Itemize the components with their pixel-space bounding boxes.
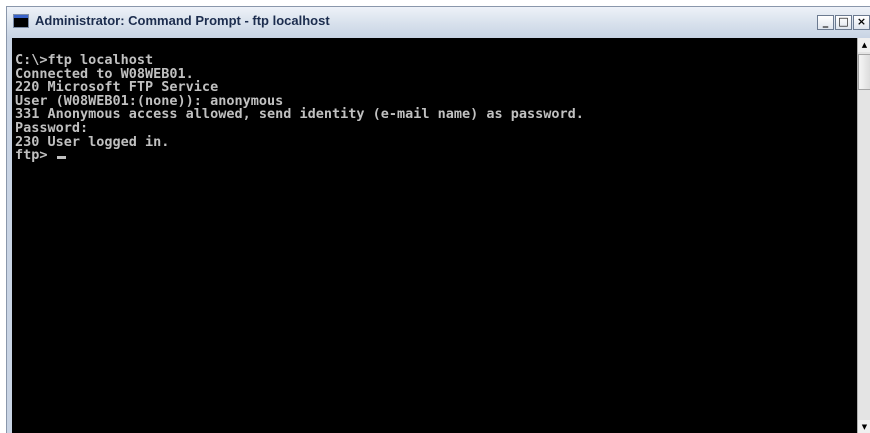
command-prompt-window: Administrator: Command Prompt - ftp loca… <box>6 6 870 433</box>
ftp-prompt-line[interactable]: ftp> <box>15 147 584 164</box>
scroll-up-arrow-icon[interactable]: ▲ <box>858 38 870 52</box>
minimize-button[interactable]: _ <box>817 15 834 30</box>
ftp-prompt: ftp> <box>15 147 56 164</box>
console-line: 230 User logged in. <box>15 133 170 150</box>
maximize-button[interactable]: □ <box>835 15 852 30</box>
caption-buttons: _ □ × <box>816 15 870 31</box>
scroll-down-arrow-icon[interactable]: ▼ <box>858 420 870 433</box>
text-cursor <box>56 156 66 160</box>
console-area[interactable]: C:\>ftp localhost Connected to W08WEB01. 2… <box>12 38 857 433</box>
scroll-thumb[interactable] <box>858 54 870 90</box>
console-output: C:\>ftp localhost Connected to W08WEB01. 2… <box>15 53 584 164</box>
console-line: 331 Anonymous access allowed, send ident… <box>15 106 584 123</box>
close-button[interactable]: × <box>853 15 870 30</box>
vertical-scrollbar[interactable]: ▲ ▼ <box>857 38 870 433</box>
command-prompt-icon[interactable] <box>13 14 29 28</box>
window-title: Administrator: Command Prompt - ftp loca… <box>35 13 330 28</box>
title-bar[interactable]: Administrator: Command Prompt - ftp loca… <box>7 7 870 38</box>
